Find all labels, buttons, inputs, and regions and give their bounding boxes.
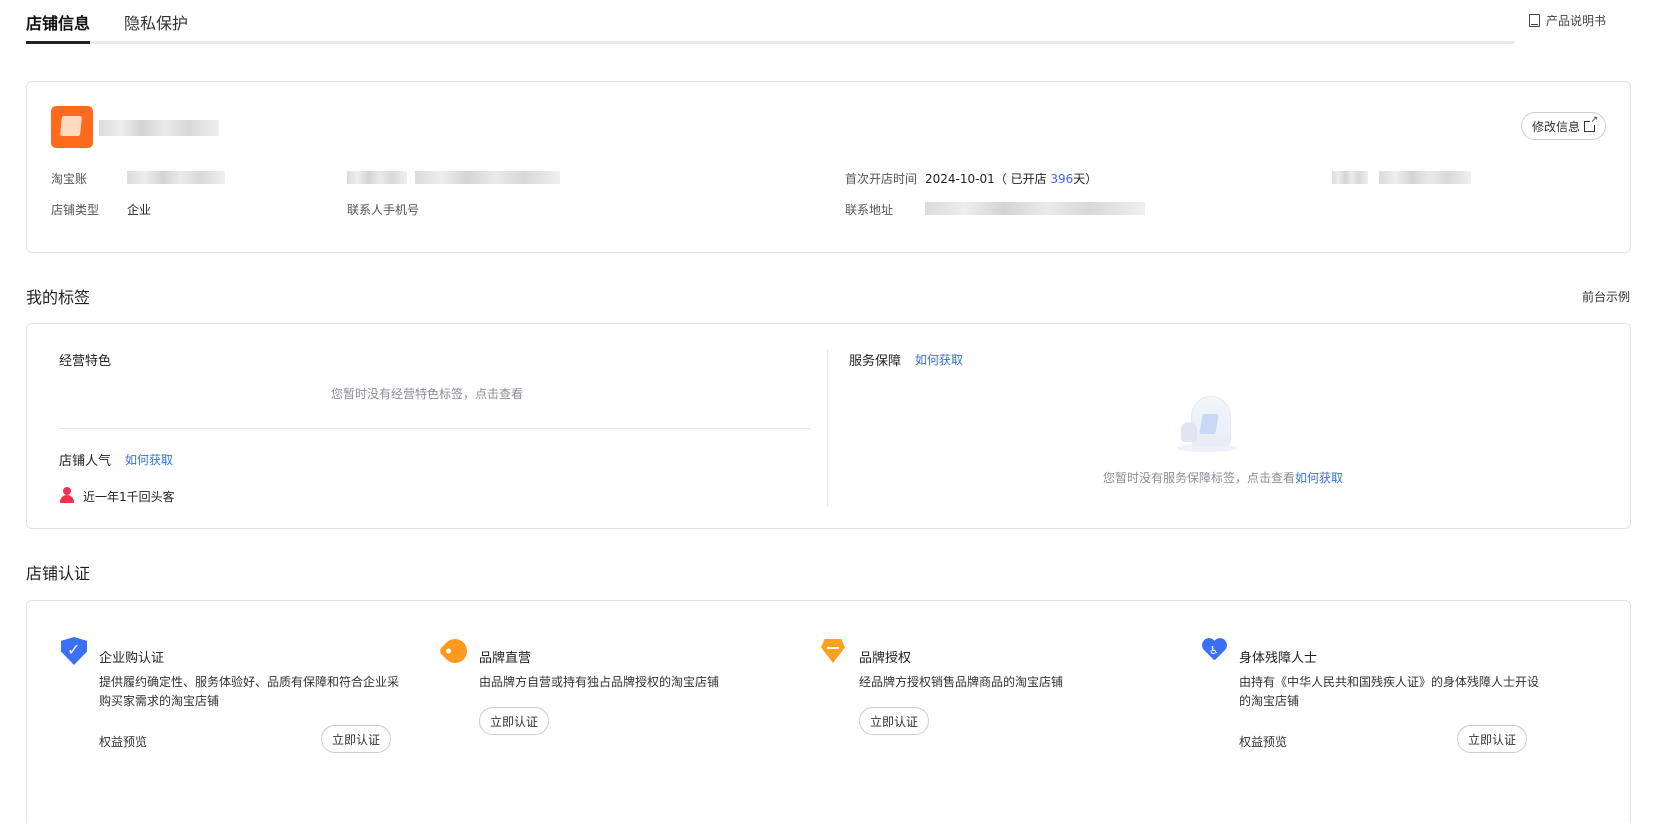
benefits-preview-link[interactable]: 权益预览 — [99, 733, 147, 750]
certification-card: 企业购认证 提供履约确定性、服务体验好、品质有保障和符合企业采购买家需求的淘宝店… — [26, 600, 1631, 823]
product-manual-label: 产品说明书 — [1545, 14, 1606, 28]
benefits-preview-link[interactable]: 权益预览 — [1239, 733, 1287, 750]
business-feature-empty[interactable]: 您暂时没有经营特色标签，点击查看 — [331, 385, 523, 402]
price-tag-icon — [438, 634, 472, 668]
certify-now-button[interactable]: 立即认证 — [479, 707, 550, 735]
shop-popularity-title: 店铺人气 — [59, 454, 112, 469]
external-link-icon — [1584, 115, 1598, 132]
edit-info-label: 修改信息 — [1531, 119, 1580, 134]
diamond-icon — [821, 637, 847, 665]
edit-info-button[interactable]: 修改信息 — [1520, 112, 1606, 140]
service-empty-how-to-get-link[interactable]: 如何获取 — [1295, 471, 1343, 485]
cert-desc: 提供履约确定性、服务体验好、品质有保障和符合企业采购买家需求的淘宝店铺 — [99, 675, 400, 708]
cert-title: 企业购认证 — [99, 651, 165, 666]
shop-type-label: 店铺类型 — [51, 203, 100, 217]
open-date-label: 首次开店时间 — [845, 172, 918, 186]
cert-desc: 由品牌方自营或持有独占品牌授权的淘宝店铺 — [479, 675, 720, 689]
account-value-redacted — [127, 171, 225, 184]
product-manual-link[interactable]: 产品说明书 — [1528, 12, 1606, 29]
redacted-value-1 — [415, 171, 560, 184]
cert-desc: 由持有《中华人民共和国残疾人证》的身体残障人士开设的淘宝店铺 — [1239, 675, 1540, 708]
address-label: 联系地址 — [845, 203, 894, 217]
cert-title: 品牌直营 — [479, 651, 532, 666]
open-date-value: 2024-10-01（ 已开店 396天） — [925, 172, 1098, 186]
certify-now-button[interactable]: 立即认证 — [859, 707, 930, 735]
tab-privacy[interactable]: 隐私保护 — [124, 10, 188, 34]
shield-check-icon — [61, 637, 87, 665]
service-guarantee-title: 服务保障 — [849, 354, 902, 369]
redacted-label-2 — [1332, 171, 1368, 184]
my-tags-title: 我的标签 — [26, 288, 91, 307]
address-value-redacted — [925, 202, 1145, 215]
cert-title: 品牌授权 — [859, 651, 912, 666]
shop-logo — [51, 106, 93, 148]
tab-track — [90, 41, 1514, 44]
account-label: 淘宝账 — [51, 172, 88, 186]
shop-info-card: 修改信息 淘宝账 首次开店时间 2024-10-01（ 已开店 396天） 店铺… — [26, 81, 1631, 253]
tags-card: 经营特色 您暂时没有经营特色标签，点击查看 店铺人气 如何获取 近一年1千回头客… — [26, 323, 1631, 529]
cert-desc: 经品牌方授权销售品牌商品的淘宝店铺 — [859, 675, 1064, 689]
shop-certification-title: 店铺认证 — [26, 564, 91, 583]
service-empty-text: 您暂时没有服务保障标签，点击查看如何获取 — [1103, 471, 1344, 485]
certify-now-button[interactable]: 立即认证 — [321, 725, 392, 753]
empty-state-illustration — [1177, 396, 1237, 452]
divider — [59, 428, 811, 429]
open-days-count: 396 — [1050, 172, 1074, 186]
cert-title: 身体残障人士 — [1239, 651, 1318, 666]
popularity-how-to-get-link[interactable]: 如何获取 — [125, 451, 173, 468]
accessibility-heart-icon: ♿ — [1201, 637, 1227, 665]
tab-shop-info[interactable]: 店铺信息 — [26, 10, 90, 34]
shop-type-value: 企业 — [127, 203, 152, 217]
person-icon — [60, 487, 74, 503]
business-feature-title: 经营特色 — [59, 354, 112, 369]
shop-name-redacted — [99, 120, 219, 136]
redacted-label-1 — [347, 171, 407, 184]
book-icon — [1528, 14, 1540, 27]
contact-phone-label: 联系人手机号 — [347, 203, 420, 217]
popularity-tag: 近一年1千回头客 — [83, 490, 175, 504]
frontend-example-link[interactable]: 前台示例 — [1582, 288, 1630, 305]
service-how-to-get-link[interactable]: 如何获取 — [915, 351, 963, 368]
certify-now-button[interactable]: 立即认证 — [1457, 725, 1528, 753]
tab-bar: 店铺信息 隐私保护 产品说明书 — [26, 0, 1626, 44]
divider-vertical — [827, 349, 828, 507]
redacted-value-2 — [1379, 171, 1471, 184]
active-tab-indicator — [26, 41, 90, 44]
